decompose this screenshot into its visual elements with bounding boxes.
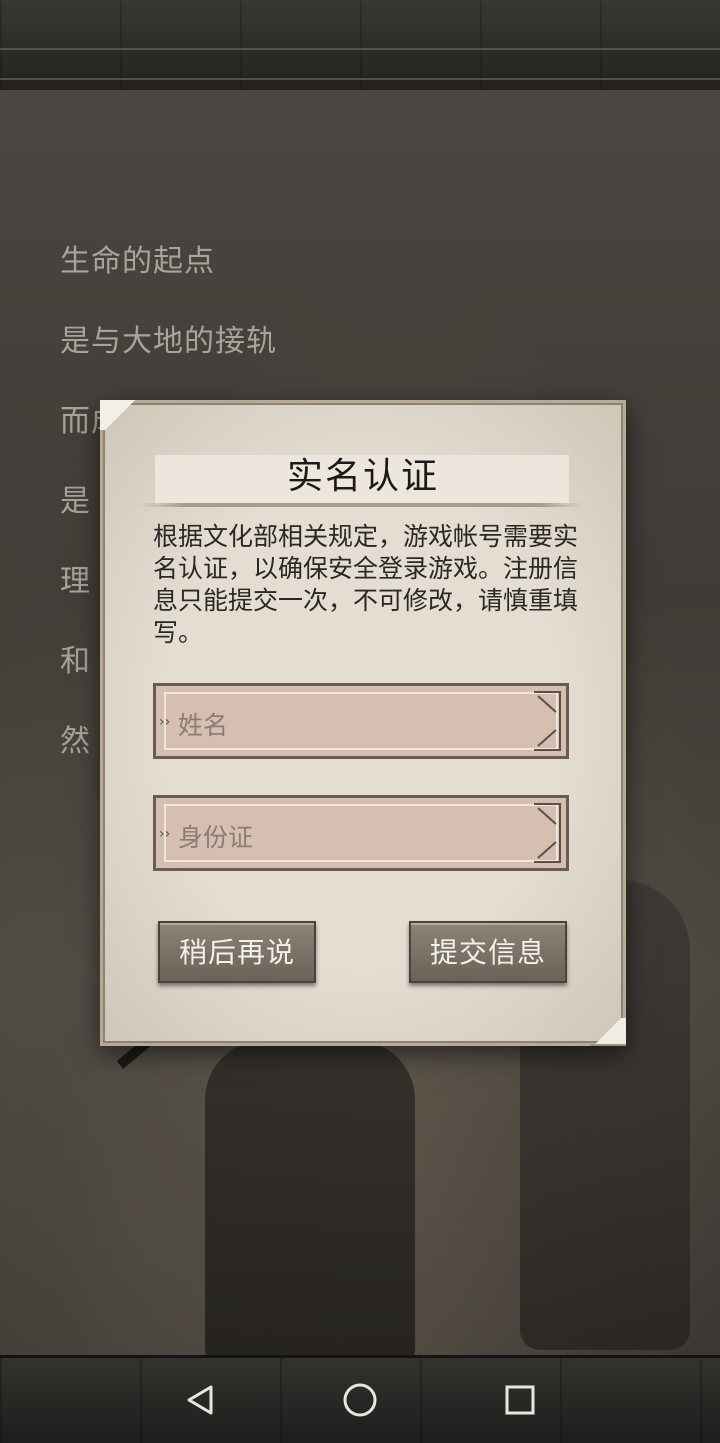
name-field-placeholder: 姓名 xyxy=(178,711,229,740)
dialog-description: 根据文化部相关规定，游戏帐号需要实名认证，以确保安全登录游戏。注册信息只能提交一… xyxy=(153,522,579,647)
background-figure-left xyxy=(205,1040,415,1360)
story-line-4: 是 xyxy=(60,484,91,519)
home-circle-icon xyxy=(343,1383,377,1417)
story-line-1: 生命的起点 xyxy=(60,244,215,279)
paper-curl-corner xyxy=(100,400,140,430)
home-button[interactable] xyxy=(340,1380,380,1420)
real-name-verification-dialog: 实名认证 根据文化部相关规定，游戏帐号需要实名认证，以确保安全登录游戏。注册信息… xyxy=(100,400,626,1046)
name-field[interactable]: ›› 姓名 xyxy=(153,683,569,759)
top-wood-frame xyxy=(0,0,720,93)
story-line-2: 是与大地的接轨 xyxy=(60,324,277,359)
story-line-6: 和 xyxy=(60,644,91,679)
recents-square-icon xyxy=(505,1385,535,1415)
back-triangle-icon xyxy=(187,1385,213,1415)
system-nav-bar xyxy=(0,1360,720,1440)
field-arrow-icon: ›› xyxy=(159,826,171,842)
id-card-field[interactable]: ›› 身份证 xyxy=(153,795,569,871)
submit-button[interactable]: 提交信息 xyxy=(409,921,567,983)
title-divider xyxy=(139,503,585,507)
field-ornament-icon xyxy=(534,691,561,751)
back-button[interactable] xyxy=(180,1380,220,1420)
story-line-7: 然 xyxy=(60,724,91,759)
later-button[interactable]: 稍后再说 xyxy=(158,921,316,983)
recents-button[interactable] xyxy=(500,1380,540,1420)
field-ornament-icon xyxy=(534,803,561,863)
id-field-placeholder: 身份证 xyxy=(178,823,254,852)
field-arrow-icon: ›› xyxy=(159,714,171,730)
story-line-5: 理 xyxy=(60,564,91,599)
dialog-title: 实名认证 xyxy=(286,456,439,497)
